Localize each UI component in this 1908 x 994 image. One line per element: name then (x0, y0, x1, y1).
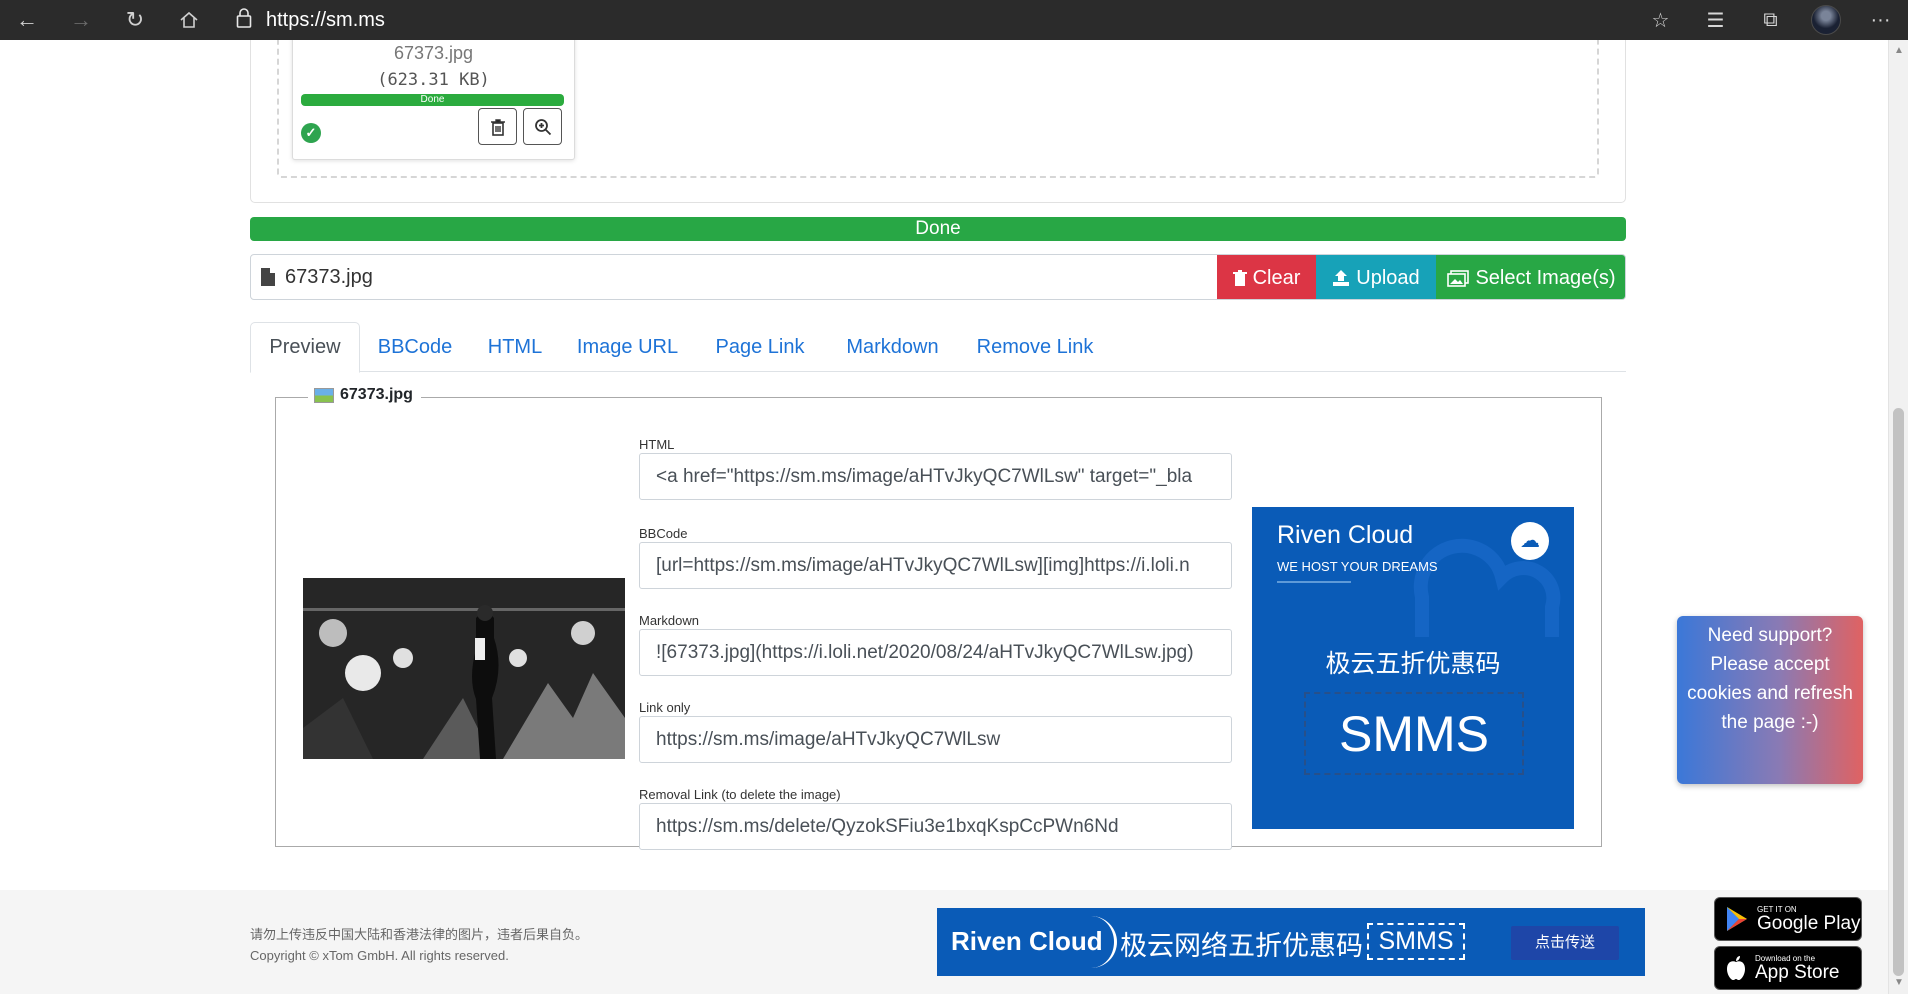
page-content: 67373.jpg (623.31 KB) Done ✓ Done 67373.… (0, 40, 1888, 994)
upload-item-card: 67373.jpg (623.31 KB) Done ✓ (292, 40, 575, 160)
overall-progress-bar: Done (250, 217, 1626, 241)
delete-button[interactable] (478, 108, 517, 145)
back-icon[interactable]: ← (0, 0, 54, 40)
footer-notice: 请勿上传违反中国大陆和香港法律的图片，违者后果自负。 (250, 927, 589, 942)
scrollbar-thumb[interactable] (1893, 408, 1904, 976)
ad-code: SMMS (1304, 692, 1524, 775)
star-icon[interactable]: ☆ (1633, 0, 1688, 40)
html-field[interactable]: <a href="https://sm.ms/image/aHTvJkyQC7W… (639, 453, 1232, 500)
ad-tagline: WE HOST YOUR DREAMS (1277, 559, 1438, 574)
image-icon (314, 387, 334, 403)
google-play-badge[interactable]: GET IT ON Google Play (1714, 897, 1862, 941)
support-bubble[interactable]: Need support? Please accept cookies and … (1677, 616, 1863, 784)
upload-item-size: (623.31 KB) (377, 70, 490, 90)
scroll-up-icon[interactable]: ▲ (1889, 42, 1908, 60)
app-store-big: App Store (1755, 961, 1840, 983)
bbcode-field[interactable]: [url=https://sm.ms/image/aHTvJkyQC7WlLsw… (639, 542, 1232, 589)
selected-file-name: 67373.jpg (285, 265, 373, 288)
removal-link-field[interactable]: https://sm.ms/delete/QyzokSFiu3e1bxqKspC… (639, 803, 1232, 850)
browser-toolbar: ← → ↻ https://sm.ms ☆ ☰ ⧉ ··· (0, 0, 1908, 40)
trash-icon (1232, 269, 1247, 286)
cloud-icon: ☁ (1511, 522, 1549, 560)
file-icon (261, 268, 275, 286)
banner-code: SMMS (1367, 923, 1465, 960)
upload-item-progress: Done (301, 94, 564, 106)
file-input-group: 67373.jpg Clear Upload Select Image(s) (250, 254, 1626, 300)
apple-icon (1727, 956, 1745, 980)
link-tabs: Preview BBCode HTML Image URL Page Link … (250, 322, 1626, 373)
html-field-label: HTML (639, 437, 675, 452)
google-play-big: Google Play (1757, 912, 1861, 934)
markdown-field[interactable]: ![67373.jpg](https://i.loli.net/2020/08/… (639, 629, 1232, 676)
scroll-down-icon[interactable]: ▼ (1889, 974, 1908, 992)
select-images-button[interactable]: Select Image(s) (1436, 255, 1625, 299)
zoom-in-icon (534, 118, 551, 135)
banner-brand: Riven Cloud (951, 926, 1103, 956)
more-icon[interactable]: ··· (1853, 0, 1908, 40)
ad-promo: 极云五折优惠码 (1325, 649, 1501, 678)
url-text: https://sm.ms (266, 8, 385, 31)
tab-preview[interactable]: Preview (250, 322, 360, 373)
upload-icon (1333, 270, 1350, 286)
zoom-button[interactable] (523, 108, 562, 145)
check-circle-icon: ✓ (301, 123, 321, 143)
footer-copyright: Copyright © xTom GmbH. All rights reserv… (250, 948, 509, 963)
upload-item-filename: 67373.jpg (393, 43, 474, 63)
banner-divider (1087, 916, 1117, 968)
tab-html[interactable]: HTML (470, 322, 560, 373)
select-images-label: Select Image(s) (1475, 266, 1616, 289)
ad-divider (1277, 581, 1351, 583)
ad-brand: Riven Cloud (1277, 521, 1414, 549)
tab-bbcode[interactable]: BBCode (360, 322, 470, 373)
markdown-field-label: Markdown (639, 613, 699, 628)
link-only-field-label: Link only (639, 700, 691, 715)
clear-button[interactable]: Clear (1217, 255, 1316, 299)
tab-page-link[interactable]: Page Link (695, 322, 825, 373)
riven-cloud-ad[interactable]: Riven Cloud WE HOST YOUR DREAMS ☁ 极云五折优惠… (1252, 507, 1574, 829)
preview-image[interactable] (303, 578, 625, 759)
preview-fieldset: 67373.jpg HTML <a href="https://sm.ms/im… (275, 386, 1602, 850)
upload-button[interactable]: Upload (1316, 255, 1436, 299)
link-only-field[interactable]: https://sm.ms/image/aHTvJkyQC7WlLsw (639, 716, 1232, 763)
images-icon (1447, 269, 1470, 287)
trash-icon (490, 118, 505, 136)
tab-markdown[interactable]: Markdown (825, 322, 960, 373)
preview-legend-text: 67373.jpg (340, 386, 413, 403)
page-scrollbar[interactable]: ▲ ▼ (1888, 40, 1908, 994)
removal-link-field-label: Removal Link (to delete the image) (639, 787, 841, 802)
lock-icon (236, 7, 252, 33)
collections-icon[interactable]: ⧉ (1743, 0, 1798, 40)
app-store-badge[interactable]: Download on the App Store (1714, 946, 1862, 990)
favorites-icon[interactable]: ☰ (1688, 0, 1743, 40)
footer-ad-banner[interactable]: Riven Cloud 极云网络五折优惠码 SMMS 点击传送 (937, 908, 1645, 976)
upload-label: Upload (1356, 266, 1420, 289)
tab-image-url[interactable]: Image URL (560, 322, 695, 373)
preview-legend: 67373.jpg (308, 386, 421, 404)
bbcode-field-label: BBCode (639, 526, 688, 541)
google-play-icon (1727, 907, 1747, 931)
refresh-icon[interactable]: ↻ (108, 0, 162, 40)
forward-icon[interactable]: → (54, 0, 108, 40)
selected-file[interactable]: 67373.jpg (251, 255, 373, 299)
banner-button[interactable]: 点击传送 (1511, 926, 1619, 960)
tab-remove-link[interactable]: Remove Link (960, 322, 1110, 373)
home-icon[interactable] (162, 0, 216, 40)
profile-avatar[interactable] (1798, 0, 1853, 40)
banner-text: 极云网络五折优惠码 (1120, 931, 1363, 962)
clear-label: Clear (1252, 266, 1301, 289)
